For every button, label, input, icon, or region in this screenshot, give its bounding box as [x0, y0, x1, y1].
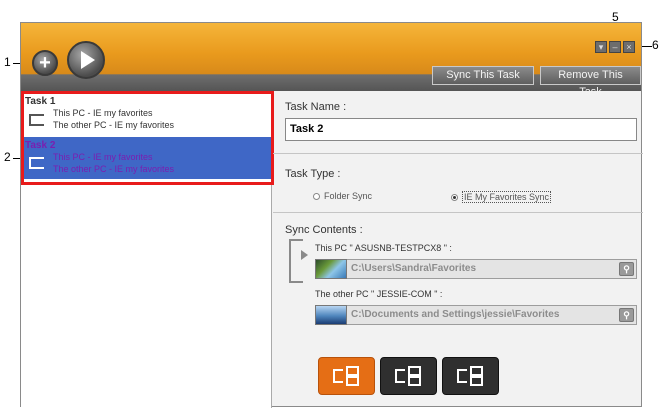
- sync-this-task-button[interactable]: Sync This Task: [432, 66, 534, 85]
- this-pc-label: This PC " ASUSNB-TESTPCX8 " :: [315, 243, 452, 253]
- app-window: + ▾ – × Sync This Task Remove This Task …: [20, 22, 643, 408]
- backup-sync-button[interactable]: [380, 357, 437, 395]
- two-way-sync-icon: [331, 365, 363, 387]
- sync-contents-label: Sync Contents :: [285, 224, 363, 236]
- this-pc-path: C:\Users\Sandra\Favorites: [351, 263, 477, 274]
- task-name-input[interactable]: Task 2: [285, 118, 637, 141]
- other-pc-thumbnail: [315, 305, 347, 325]
- other-pc-label: The other PC " JESSIE-COM " :: [315, 289, 443, 299]
- play-icon: [81, 51, 95, 69]
- play-sync-button[interactable]: [67, 41, 105, 79]
- radio-checked-icon: [451, 193, 458, 201]
- dropdown-icon[interactable]: ▾: [595, 41, 607, 53]
- folder-sync-label: Folder Sync: [324, 191, 373, 201]
- task-type-label: Task Type :: [285, 168, 341, 180]
- top-toolbar: + ▾ – × Sync This Task Remove This Task: [21, 23, 641, 98]
- restore-sync-button[interactable]: [442, 357, 499, 395]
- callout-6-leader: [642, 46, 652, 47]
- callout-6: 6: [652, 38, 659, 52]
- task-details-panel: Task Name : Task 2 Task Type : Folder Sy…: [273, 91, 643, 408]
- add-task-button[interactable]: +: [32, 50, 58, 76]
- other-pc-path-field[interactable]: C:\Documents and Settings\jessie\Favorit…: [347, 305, 637, 325]
- backup-sync-icon: [393, 365, 425, 387]
- sync-arrow-icon: [301, 250, 308, 260]
- sync-direction-icon: [289, 239, 303, 283]
- divider: [273, 212, 643, 213]
- task-name-label: Task Name :: [285, 101, 347, 113]
- browse-icon[interactable]: ⚲: [619, 308, 634, 322]
- radio-unchecked-icon: [313, 192, 320, 200]
- ie-favorites-sync-radio[interactable]: IE My Favorites Sync: [451, 191, 552, 203]
- folder-sync-radio[interactable]: Folder Sync: [313, 191, 372, 201]
- callout-1: 1: [4, 55, 11, 69]
- remove-this-task-button[interactable]: Remove This Task: [540, 66, 641, 98]
- task-list-highlight: [21, 91, 274, 185]
- plus-icon: +: [39, 52, 51, 74]
- ie-favorites-sync-label: IE My Favorites Sync: [462, 191, 552, 203]
- browse-icon[interactable]: ⚲: [619, 262, 634, 276]
- other-pc-path-row: C:\Documents and Settings\jessie\Favorit…: [315, 305, 637, 325]
- close-icon[interactable]: ×: [623, 41, 635, 53]
- two-way-sync-button[interactable]: [318, 357, 375, 395]
- callout-2: 2: [4, 150, 11, 164]
- restore-sync-icon: [455, 365, 487, 387]
- this-pc-thumbnail: [315, 259, 347, 279]
- this-pc-path-field[interactable]: C:\Users\Sandra\Favorites ⚲: [347, 259, 637, 279]
- this-pc-path-row: C:\Users\Sandra\Favorites ⚲: [315, 259, 637, 279]
- divider: [273, 153, 643, 154]
- other-pc-path: C:\Documents and Settings\jessie\Favorit…: [351, 309, 560, 320]
- minimize-icon[interactable]: –: [609, 41, 621, 53]
